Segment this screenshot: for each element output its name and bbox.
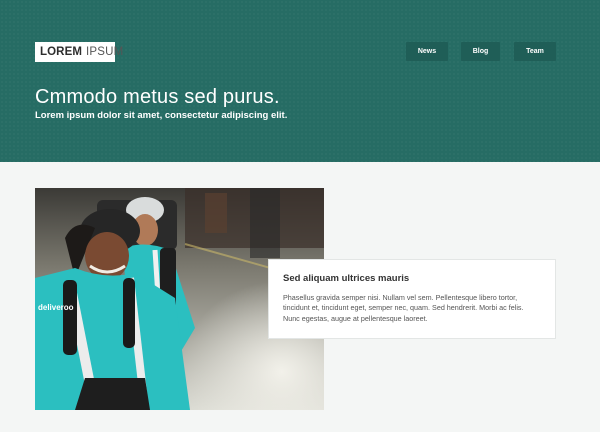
nav-news-button[interactable]: News [406,42,448,61]
site-logo[interactable]: LOREM IPSUM [35,42,123,62]
card-title: Sed aliquam ultrices mauris [283,273,410,284]
hero-subtitle: Lorem ipsum dolor sit amet, consectetur … [35,110,288,121]
jacket-brand-text: deliveroo [38,303,74,312]
card-text: Phasellus gravida semper nisi. Nullam ve… [283,293,524,323]
logo-word-light: IPSUM [86,46,124,58]
hero-header: LOREM IPSUM News Blog Team Cmmodo metus … [0,0,600,162]
hero-texture [0,0,600,162]
nav-blog-button[interactable]: Blog [461,42,500,61]
logo-word-bold: LOREM [40,46,83,58]
hero-title: Cmmodo metus sed purus. [35,86,280,108]
feature-card: Sed aliquam ultrices mauris Phasellus gr… [268,259,556,339]
nav-team-button[interactable]: Team [514,42,556,61]
